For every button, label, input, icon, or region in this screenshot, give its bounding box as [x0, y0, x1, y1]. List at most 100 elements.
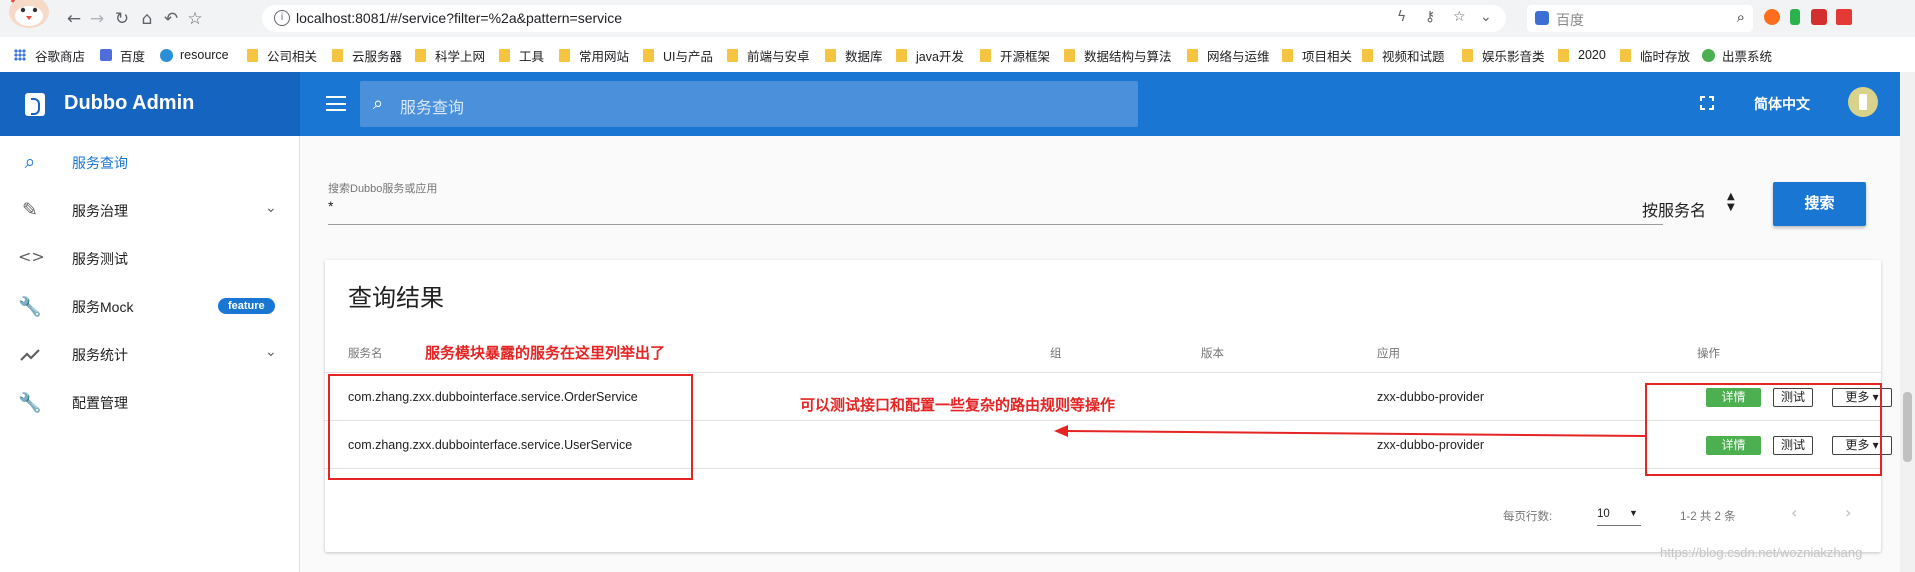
annotation-services-note: 服务模块暴露的服务在这里列举出了 [425, 345, 666, 362]
baidu-icon [100, 49, 112, 61]
menu-icon[interactable] [326, 96, 346, 111]
bookmark-folder[interactable]: 公司相关 [247, 46, 317, 64]
app-title: Dubbo Admin [64, 92, 195, 114]
rows-per-page-label: 每页行数: [1503, 511, 1553, 523]
folder-icon [896, 48, 907, 62]
extension-icon[interactable] [1790, 9, 1800, 25]
star-icon[interactable]: ☆ [184, 8, 206, 30]
bookmark-folder[interactable]: 工具 [499, 46, 544, 64]
watermark: https://blog.csdn.net/wozniakzhang [1660, 545, 1863, 560]
extension-icon[interactable] [1836, 9, 1852, 25]
bookmark-folder[interactable]: 临时存放 [1620, 46, 1690, 64]
bookmark-folder[interactable]: UI与产品 [643, 46, 713, 64]
app-header: Dubbo Admin ⌕ 服务查询 简体中文 [0, 72, 1900, 136]
undo-icon[interactable]: ↶ [160, 8, 182, 30]
folder-icon [247, 48, 258, 62]
avatar[interactable] [1848, 87, 1878, 117]
brand: Dubbo Admin [0, 72, 300, 136]
bookmark-folder[interactable]: 数据结构与算法 [1064, 46, 1172, 64]
folder-icon [727, 48, 738, 62]
bookmark-folder[interactable]: 娱乐影音类 [1462, 46, 1545, 64]
sort-select[interactable]: 按服务名 [1642, 197, 1706, 221]
search-icon[interactable]: ⌕ [1737, 8, 1745, 26]
sidebar-item-label: 服务治理 [72, 203, 128, 219]
sidebar-item-service-stats[interactable]: 服务统计 ⌄ [0, 330, 299, 378]
bookmark-folder[interactable]: 常用网站 [559, 46, 629, 64]
column-header-service[interactable]: 服务名 [348, 345, 383, 361]
address-bar[interactable]: i localhost:8081/#/service?filter=%2a&pa… [262, 5, 1506, 32]
bookmark-folder[interactable]: java开发 [896, 46, 964, 64]
sort-arrows-icon[interactable]: ▲ ▼ [1727, 191, 1735, 213]
url-text[interactable]: localhost:8081/#/service?filter=%2a&patt… [296, 10, 622, 26]
sidebar: ⌕ 服务查询 ✎ 服务治理 ⌄ <> 服务测试 🔧 服务Mock feature… [0, 136, 300, 572]
folder-icon [1282, 48, 1293, 62]
key-icon[interactable]: ⚷ [1425, 9, 1435, 25]
sidebar-item-service-governance[interactable]: ✎ 服务治理 ⌄ [0, 186, 299, 234]
dropdown-icon[interactable]: ⌄ [1480, 9, 1492, 25]
rows-per-page-select[interactable]: 10 ▼ [1597, 508, 1641, 526]
bookmark-folder[interactable]: 云服务器 [332, 46, 402, 64]
bookmark-folder[interactable]: 项目相关 [1282, 46, 1352, 64]
reload-icon[interactable]: ↻ [111, 8, 133, 30]
search-icon: ⌕ [24, 151, 36, 173]
folder-icon [559, 48, 570, 62]
chevron-down-icon: ⌄ [265, 200, 277, 216]
top-search-placeholder: 服务查询 [400, 100, 465, 117]
sidebar-item-service-test[interactable]: <> 服务测试 [0, 234, 299, 282]
site-info-icon[interactable]: i [274, 10, 290, 26]
bookmark-folder[interactable]: 开源框架 [980, 46, 1050, 64]
sidebar-item-label: 服务测试 [72, 251, 128, 267]
sidebar-item-config[interactable]: 🔧 配置管理 [0, 378, 299, 426]
chevron-right-icon[interactable]: › [1845, 503, 1851, 522]
bookmark-item[interactable]: 谷歌商店 [14, 46, 85, 64]
bookmark-folder[interactable]: 视频和试题 [1362, 46, 1445, 64]
pencil-icon: ✎ [22, 199, 38, 221]
chevron-left-icon[interactable]: ‹ [1791, 503, 1797, 522]
folder-icon [332, 48, 343, 62]
scrollbar-thumb[interactable] [1903, 392, 1912, 462]
search-input[interactable]: * [328, 198, 333, 214]
search-button[interactable]: 搜索 [1773, 182, 1866, 226]
code-icon: <> [18, 247, 45, 266]
search-input-underline [328, 224, 1663, 225]
sidebar-item-label: 配置管理 [72, 395, 128, 411]
lightning-icon[interactable]: ϟ [1397, 9, 1406, 25]
column-header-group[interactable]: 组 [1050, 345, 1062, 361]
dubbo-logo-icon [25, 93, 45, 116]
annotation-arrow [1054, 425, 1646, 437]
folder-icon [499, 48, 510, 62]
column-header-version[interactable]: 版本 [1201, 345, 1224, 361]
home-icon[interactable]: ⌂ [136, 8, 158, 30]
folder-icon [415, 48, 426, 62]
fullscreen-icon[interactable] [1700, 96, 1714, 110]
folder-icon [1362, 48, 1373, 62]
dropdown-arrow-icon: ▼ [1629, 508, 1638, 518]
extension-icon[interactable] [1764, 9, 1780, 25]
divider [325, 372, 1881, 373]
extension-icon[interactable] [1811, 9, 1827, 25]
top-search-input[interactable]: ⌕ 服务查询 [360, 81, 1138, 127]
globe-icon [1702, 48, 1715, 62]
bookmark-item[interactable]: resource [160, 46, 229, 64]
wrench-icon: 🔧 [18, 392, 42, 414]
baidu-search-box[interactable]: 百度 ⌕ [1527, 5, 1753, 32]
sidebar-item-service-query[interactable]: ⌕ 服务查询 [0, 138, 299, 186]
bookmark-folder[interactable]: 2020 [1558, 46, 1606, 64]
folder-icon [825, 48, 836, 62]
bookmark-item[interactable]: 出票系统 [1702, 46, 1772, 64]
bookmark-star-icon[interactable]: ☆ [1453, 9, 1466, 25]
bookmark-folder[interactable]: 数据库 [825, 46, 883, 64]
bookmark-folder[interactable]: 前端与安卓 [727, 46, 810, 64]
bookmark-folder[interactable]: 科学上网 [415, 46, 485, 64]
apps-icon [14, 49, 26, 61]
forward-icon[interactable]: → [86, 8, 108, 30]
column-header-app[interactable]: 应用 [1377, 345, 1400, 361]
sidebar-item-service-mock[interactable]: 🔧 服务Mock feature [0, 282, 299, 330]
bookmark-folder[interactable]: 网络与运维 [1187, 46, 1270, 64]
folder-icon [1558, 48, 1569, 62]
bookmark-item[interactable]: 百度 [100, 46, 145, 64]
language-selector[interactable]: 简体中文 [1754, 94, 1810, 114]
back-icon[interactable]: ← [63, 8, 85, 30]
browser-toolbar: ← → ↻ ⌂ ↶ ☆ i localhost:8081/#/service?f… [0, 0, 1915, 37]
scrollbar[interactable] [1900, 72, 1915, 572]
